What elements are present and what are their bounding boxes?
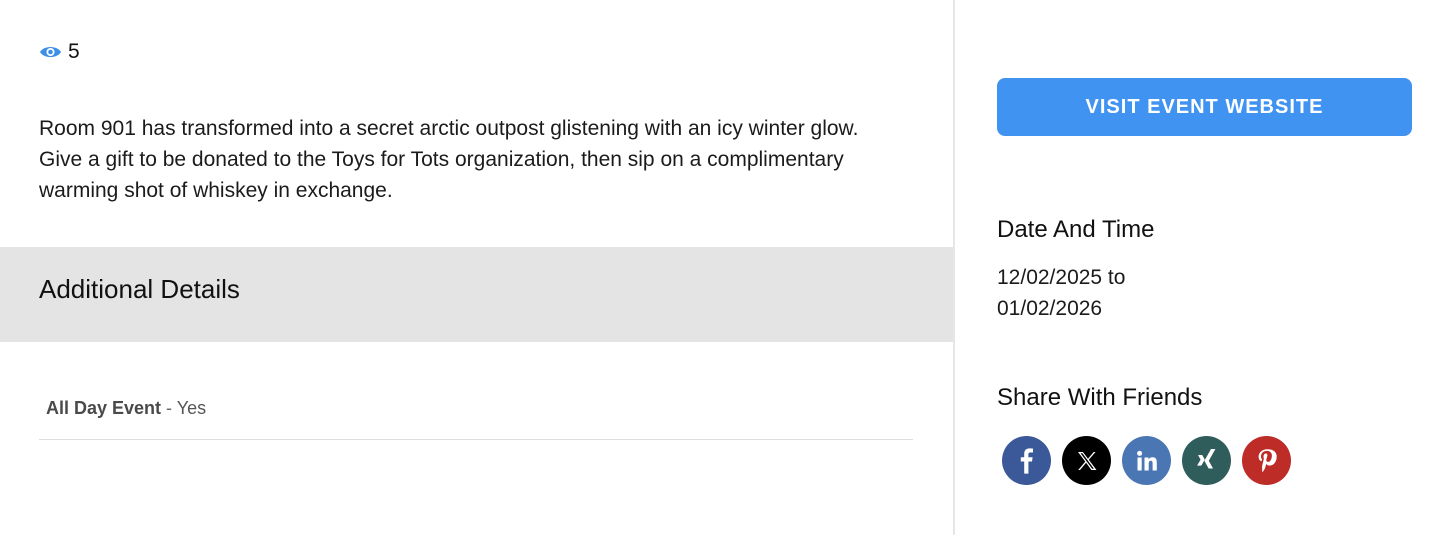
event-sidebar: VISIT EVENT WEBSITE Date And Time 12/02/… bbox=[955, 0, 1453, 535]
share-x-button[interactable] bbox=[1062, 436, 1111, 485]
event-date-end: 01/02/2026 bbox=[997, 297, 1103, 320]
event-date-range: 12/02/2025 to 01/02/2026 bbox=[997, 262, 1125, 324]
detail-separator: - bbox=[161, 398, 177, 418]
facebook-icon bbox=[1020, 447, 1033, 474]
x-icon bbox=[1077, 451, 1096, 470]
share-heading: Share With Friends bbox=[997, 384, 1203, 411]
share-xing-button[interactable] bbox=[1182, 436, 1231, 485]
linkedin-icon bbox=[1136, 450, 1157, 470]
detail-row-all-day: All Day Event - Yes bbox=[39, 398, 913, 440]
date-time-heading: Date And Time bbox=[997, 216, 1155, 243]
event-date-start: 12/02/2025 to bbox=[997, 266, 1126, 289]
view-count-value: 5 bbox=[68, 40, 80, 63]
visit-event-website-button[interactable]: VISIT EVENT WEBSITE bbox=[997, 78, 1412, 136]
share-pinterest-button[interactable] bbox=[1242, 436, 1291, 485]
share-linkedin-button[interactable] bbox=[1122, 436, 1171, 485]
share-facebook-button[interactable] bbox=[1002, 436, 1051, 485]
eye-icon bbox=[39, 44, 62, 60]
detail-label: All Day Event bbox=[46, 398, 162, 418]
pinterest-icon bbox=[1258, 448, 1277, 472]
xing-icon bbox=[1196, 448, 1215, 468]
share-buttons bbox=[1002, 436, 1291, 485]
detail-value: Yes bbox=[176, 398, 207, 418]
event-description: Room 901 has transformed into a secret a… bbox=[39, 117, 859, 202]
additional-details-title: Additional Details bbox=[39, 274, 240, 304]
event-main-content: 5 Room 901 has transformed into a secret… bbox=[0, 0, 955, 535]
view-count: 5 bbox=[39, 40, 80, 64]
